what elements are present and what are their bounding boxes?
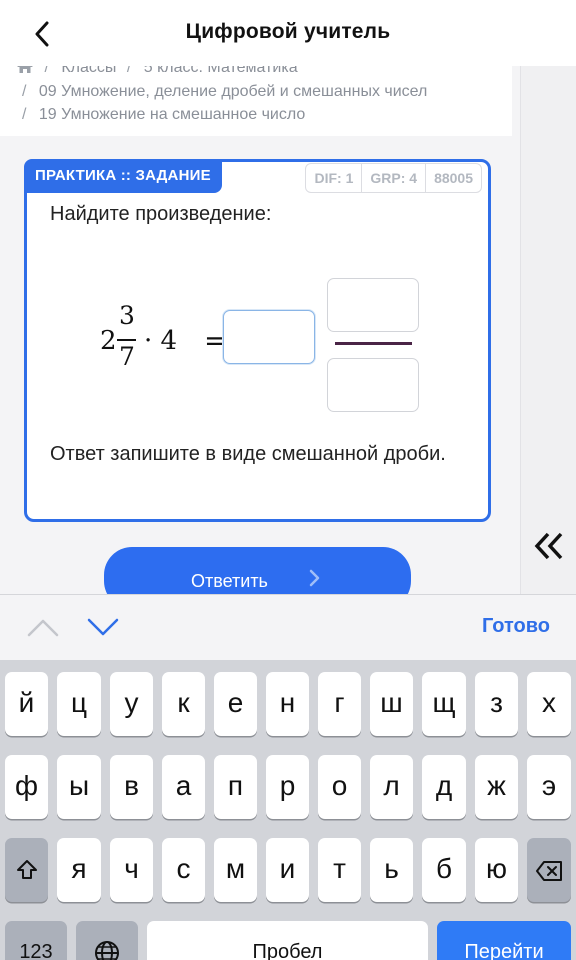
previous-field-button[interactable]	[26, 615, 60, 639]
chevron-up-icon	[27, 619, 59, 637]
main-column: / Классы / 5 класс. Математика / 09 Умно…	[0, 66, 512, 594]
key-ь[interactable]: ь	[370, 838, 413, 902]
key-ф[interactable]: ф	[5, 755, 48, 819]
key-а[interactable]: а	[162, 755, 205, 819]
top-bar: Цифровой учитель	[0, 0, 576, 66]
breadcrumb-separator: /	[22, 106, 27, 123]
key-я[interactable]: я	[57, 838, 101, 902]
breadcrumb-separator: /	[44, 66, 49, 76]
chevron-right-icon	[308, 569, 320, 592]
key-и[interactable]: и	[266, 838, 309, 902]
key-ы[interactable]: ы	[57, 755, 101, 819]
key-д[interactable]: д	[422, 755, 466, 819]
globe-icon	[95, 941, 119, 960]
answer-denominator-input[interactable]	[327, 358, 419, 412]
breadcrumb-lesson-link[interactable]: 19 Умножение на смешанное число	[39, 106, 305, 123]
backspace-icon	[536, 861, 562, 881]
breadcrumb-row-3: / 19 Умножение на смешанное число	[16, 106, 305, 124]
key-й[interactable]: й	[5, 672, 48, 736]
key-х[interactable]: х	[527, 672, 571, 736]
key-ж[interactable]: ж	[475, 755, 518, 819]
key-л[interactable]: л	[370, 755, 413, 819]
answer-numerator-input[interactable]	[327, 278, 419, 332]
shift-icon	[16, 860, 37, 879]
task-id-label: 88005	[425, 164, 481, 192]
numbers-key[interactable]: 123	[5, 921, 67, 960]
task-card: ПРАКТИКА :: ЗАДАНИЕ DIF: 1 GRP: 4 88005 …	[24, 159, 491, 522]
key-с[interactable]: с	[162, 838, 205, 902]
key-щ[interactable]: щ	[422, 672, 466, 736]
home-icon[interactable]	[16, 66, 34, 79]
backspace-key[interactable]	[527, 838, 571, 902]
content-area[interactable]: / Классы / 5 класс. Математика / 09 Умно…	[0, 66, 576, 594]
key-ц[interactable]: ц	[57, 672, 101, 736]
double-chevron-left-icon	[534, 532, 563, 560]
expression-fraction-line	[117, 339, 136, 341]
practice-badge: ПРАКТИКА :: ЗАДАНИЕ	[24, 159, 222, 193]
key-р[interactable]: р	[266, 755, 309, 819]
task-prompt: Найдите произведение:	[50, 203, 272, 225]
expand-panel-button[interactable]	[529, 526, 569, 566]
key-у[interactable]: у	[110, 672, 153, 736]
key-н[interactable]: н	[266, 672, 309, 736]
answer-hint: Ответ запишите в виде смешанной дроби.	[50, 443, 446, 465]
task-meta: DIF: 1 GRP: 4 88005	[305, 163, 482, 193]
breadcrumb-classes-link[interactable]: Классы	[61, 66, 116, 76]
side-panel	[520, 66, 576, 594]
key-г[interactable]: г	[318, 672, 361, 736]
shift-key[interactable]	[5, 838, 48, 902]
key-т[interactable]: т	[318, 838, 361, 902]
breadcrumb: / Классы / 5 класс. Математика / 09 Умно…	[0, 66, 512, 136]
breadcrumb-separator: /	[22, 83, 27, 100]
breadcrumb-row-1: / Классы / 5 класс. Математика	[16, 66, 298, 79]
key-з[interactable]: з	[475, 672, 518, 736]
breadcrumb-grade-link[interactable]: 5 класс. Математика	[144, 66, 298, 76]
group-label: GRP: 4	[361, 164, 425, 192]
next-field-button[interactable]	[86, 615, 120, 639]
expression-denominator: 7	[119, 342, 135, 371]
key-м[interactable]: м	[214, 838, 257, 902]
key-о[interactable]: о	[318, 755, 361, 819]
key-в[interactable]: в	[110, 755, 153, 819]
key-п[interactable]: п	[214, 755, 257, 819]
key-э[interactable]: э	[527, 755, 571, 819]
answer-button-label: Ответить	[191, 571, 268, 591]
key-ш[interactable]: ш	[370, 672, 413, 736]
go-key[interactable]: Перейти	[437, 921, 571, 960]
key-к[interactable]: к	[162, 672, 205, 736]
key-е[interactable]: е	[214, 672, 257, 736]
globe-key[interactable]	[76, 921, 138, 960]
breadcrumb-row-2: / 09 Умножение, деление дробей и смешанн…	[16, 83, 427, 101]
key-б[interactable]: б	[422, 838, 466, 902]
expression-whole: 2	[100, 326, 117, 356]
app-title: Цифровой учитель	[185, 20, 391, 43]
onscreen-keyboard: й ц у к е н г ш щ з х ф ы в а п р о л д …	[0, 660, 576, 960]
chevron-down-icon	[87, 618, 119, 636]
answer-button[interactable]: Ответить	[104, 547, 411, 594]
answer-whole-input[interactable]	[223, 310, 315, 364]
difficulty-label: DIF: 1	[314, 170, 354, 186]
breadcrumb-topic-link[interactable]: 09 Умножение, деление дробей и смешанных…	[39, 83, 427, 100]
key-ч[interactable]: ч	[110, 838, 153, 902]
keyboard-accessory-bar: Готово	[0, 594, 576, 660]
expression-numerator: 3	[119, 301, 135, 330]
space-key[interactable]: Пробел	[147, 921, 428, 960]
app-screen: Цифровой учитель / Классы / 5 класс. Мат…	[0, 0, 576, 960]
answer-fraction-bar	[335, 342, 412, 345]
done-button[interactable]: Готово	[482, 615, 550, 638]
breadcrumb-separator: /	[126, 66, 132, 76]
expression-multiplier: · 4	[144, 326, 178, 356]
key-ю[interactable]: ю	[475, 838, 518, 902]
